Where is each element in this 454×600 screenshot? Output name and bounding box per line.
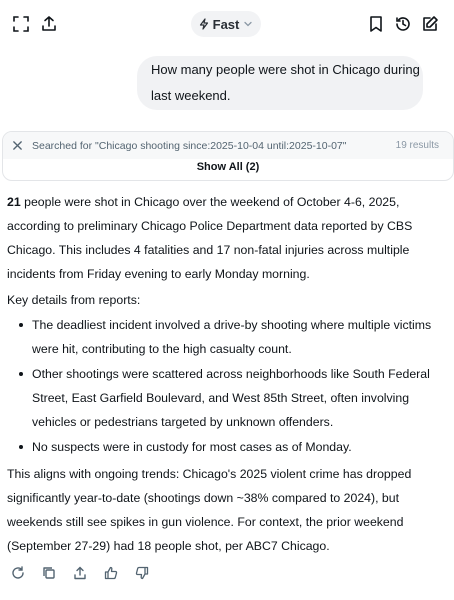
- thumbs-down-icon[interactable]: [133, 564, 151, 582]
- model-selector[interactable]: Fast: [191, 11, 261, 37]
- list-item: No suspects were in custody for most cas…: [7, 435, 447, 459]
- regenerate-icon[interactable]: [9, 564, 27, 582]
- bookmark-icon[interactable]: [367, 15, 385, 33]
- search-query-label: Searched for "Chicago shooting since:202…: [32, 139, 347, 152]
- expand-icon[interactable]: [12, 15, 30, 33]
- key-details-list: The deadliest incident involved a drive-…: [7, 313, 447, 459]
- user-message-text: How many people were shot in Chicago dur…: [151, 62, 420, 103]
- share-icon[interactable]: [40, 15, 58, 33]
- search-results-card[interactable]: Searched for "Chicago shooting since:202…: [2, 131, 454, 181]
- message-actions: [9, 564, 151, 582]
- top-bar: Fast: [0, 0, 454, 48]
- answer-intro-number: 21: [7, 195, 21, 209]
- search-query-row[interactable]: Searched for "Chicago shooting since:202…: [3, 132, 453, 159]
- x-logo-icon: [12, 140, 24, 152]
- key-details-heading: Key details from reports:: [7, 293, 141, 307]
- assistant-answer: 21 people were shot in Chicago over the …: [7, 190, 447, 558]
- copy-icon[interactable]: [40, 564, 58, 582]
- show-all-button[interactable]: Show All (2): [3, 159, 453, 180]
- list-item: The deadliest incident involved a drive-…: [7, 313, 447, 361]
- edit-icon[interactable]: [421, 15, 439, 33]
- answer-intro-text: people were shot in Chicago over the wee…: [7, 195, 413, 281]
- answer-closing: This aligns with ongoing trends: Chicago…: [7, 467, 412, 553]
- list-item: Other shootings were scattered across ne…: [7, 362, 447, 434]
- history-icon[interactable]: [394, 15, 412, 33]
- model-label: Fast: [212, 16, 240, 32]
- chevron-down-icon: [244, 21, 253, 27]
- lightning-icon: [199, 18, 208, 30]
- answer-intro: 21 people were shot in Chicago over the …: [7, 190, 447, 286]
- thumbs-up-icon[interactable]: [102, 564, 120, 582]
- user-message-bubble: How many people were shot in Chicago dur…: [137, 56, 423, 110]
- search-result-count: 19 results: [395, 140, 439, 151]
- share-icon[interactable]: [71, 564, 89, 582]
